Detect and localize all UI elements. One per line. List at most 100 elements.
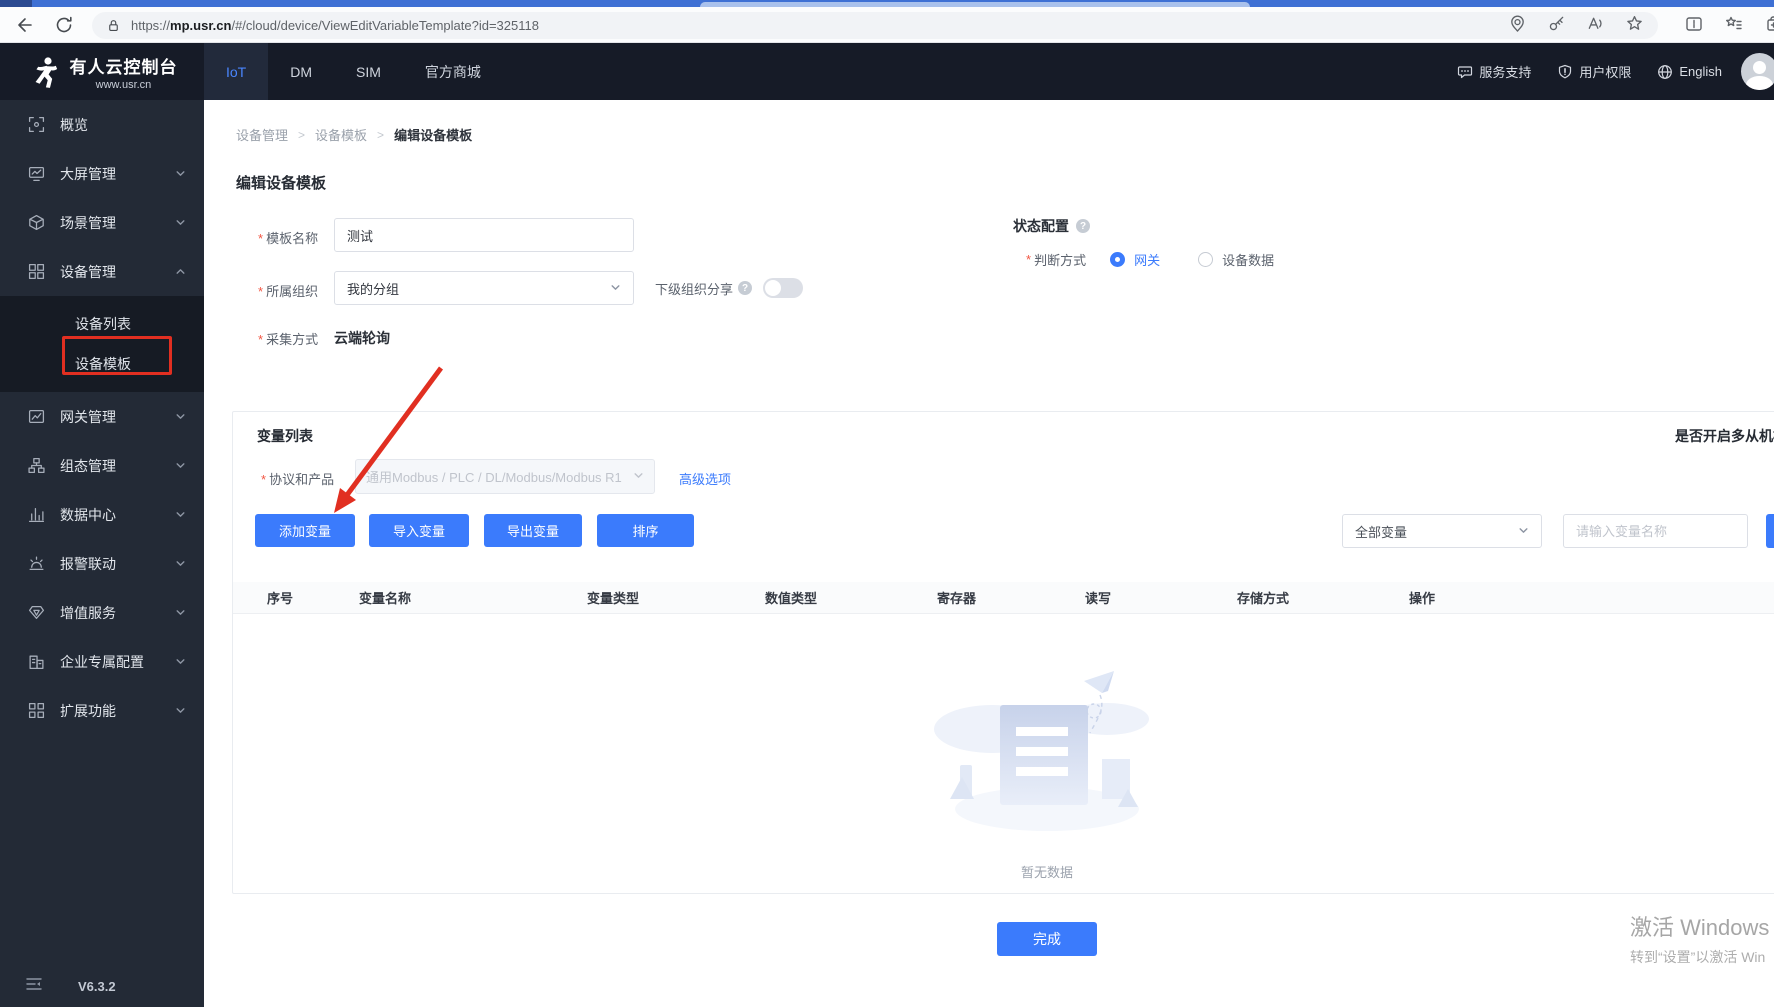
sidebar: 概览 大屏管理 场景管理 设备管理 设备列表 设备模板 网关管理 组态管理 数据… xyxy=(0,100,204,1007)
building-icon xyxy=(28,653,45,670)
radio-device-data[interactable] xyxy=(1198,252,1214,267)
radio-gateway[interactable] xyxy=(1110,252,1126,267)
template-name-label: * 模板名称 xyxy=(258,231,319,246)
protocol-select-disabled: 通用Modbus / PLC / DL/Modbus/Modbus R1 xyxy=(355,459,655,494)
multi-slave-label: 是否开启多从机模式 xyxy=(1675,428,1774,444)
favorites-bar-icon[interactable] xyxy=(1724,14,1744,39)
sidebar-item-gateway[interactable]: 网关管理 xyxy=(0,392,204,441)
empty-text: 暂无数据 xyxy=(1020,865,1073,880)
sidebar-item-scada[interactable]: 组态管理 xyxy=(0,441,204,490)
address-bar[interactable]: https://mp.usr.cn/#/cloud/device/ViewEdi… xyxy=(92,12,1658,39)
sidebar-item-bigscreen[interactable]: 大屏管理 xyxy=(0,149,204,198)
back-icon[interactable] xyxy=(14,14,36,36)
import-variable-button[interactable]: 导入变量 xyxy=(369,514,469,547)
export-variable-button[interactable]: 导出变量 xyxy=(484,514,582,547)
sidebar-subitem-device-template[interactable]: 设备模板 xyxy=(0,344,204,384)
sidebar-subitem-device-list[interactable]: 设备列表 xyxy=(0,304,204,344)
app-header: 有人云控制台 www.usr.cn IoT DM SIM 官方商城 服务支持 用… xyxy=(0,43,1774,100)
alarm-icon xyxy=(28,555,45,572)
split-screen-icon[interactable] xyxy=(1684,14,1704,39)
geolocation-icon[interactable] xyxy=(1508,14,1527,38)
variable-filter-select[interactable]: 全部变量 xyxy=(1342,514,1542,548)
usr-person-icon xyxy=(35,56,57,88)
breadcrumb-separator: > xyxy=(377,127,385,142)
sidebar-item-scene[interactable]: 场景管理 xyxy=(0,198,204,247)
col-read-write: 读写 xyxy=(1085,591,1112,606)
nav-tab-iot[interactable]: IoT xyxy=(204,43,269,100)
main-content: 设备管理 > 设备模板 > 编辑设备模板 编辑设备模板 *模板名称 *所属组织 … xyxy=(204,100,1774,1007)
search-button-clipped[interactable] xyxy=(1766,514,1774,548)
radio-gateway-label[interactable]: 网关 xyxy=(1134,250,1160,269)
collapse-sidebar-icon[interactable] xyxy=(26,977,42,996)
sidebar-item-datacenter[interactable]: 数据中心 xyxy=(0,490,204,539)
password-key-icon[interactable] xyxy=(1547,14,1566,38)
chevron-down-icon xyxy=(610,281,621,296)
breadcrumb-current: 编辑设备模板 xyxy=(394,128,473,143)
sidebar-item-device[interactable]: 设备管理 xyxy=(0,247,204,296)
col-register: 寄存器 xyxy=(937,591,977,606)
language-switch[interactable]: English xyxy=(1657,64,1722,80)
chevron-up-icon xyxy=(175,266,186,277)
url-text[interactable]: https://mp.usr.cn/#/cloud/device/ViewEdi… xyxy=(131,18,539,33)
collections-icon[interactable] xyxy=(1764,14,1774,39)
chevron-down-icon xyxy=(175,168,186,179)
chat-icon xyxy=(1458,65,1473,78)
brand-logo[interactable]: 有人云控制台 www.usr.cn xyxy=(0,43,204,100)
help-icon[interactable]: ? xyxy=(738,281,753,295)
gem-icon xyxy=(28,604,45,621)
variable-search-input[interactable] xyxy=(1563,514,1748,548)
device-grid-icon xyxy=(28,263,45,280)
breadcrumb-separator: > xyxy=(298,127,306,142)
sort-button[interactable]: 排序 xyxy=(597,514,694,547)
collect-value: 云端轮询 xyxy=(334,330,390,346)
col-value-type: 数值类型 xyxy=(765,591,818,606)
radio-device-data-label[interactable]: 设备数据 xyxy=(1222,250,1274,269)
browser-toolbar: https://mp.usr.cn/#/cloud/device/ViewEdi… xyxy=(0,7,1774,43)
add-variable-button[interactable]: 添加变量 xyxy=(255,514,355,547)
help-icon[interactable]: ? xyxy=(1076,219,1090,233)
nav-tab-mall[interactable]: 官方商城 xyxy=(403,43,503,100)
read-aloud-icon[interactable] xyxy=(1586,14,1605,38)
extension-grid-icon xyxy=(28,702,45,719)
chevron-down-icon xyxy=(175,411,186,422)
bar-chart-icon xyxy=(28,506,45,523)
breadcrumb-device-mgmt[interactable]: 设备管理 xyxy=(236,125,288,144)
screen-icon xyxy=(28,165,45,182)
col-variable-name: 变量名称 xyxy=(359,591,412,606)
chevron-down-icon xyxy=(175,217,186,228)
sidebar-item-extension[interactable]: 扩展功能 xyxy=(0,686,204,735)
service-support-link[interactable]: 服务支持 xyxy=(1457,62,1531,81)
chevron-down-icon xyxy=(175,705,186,716)
sidebar-item-enterprise[interactable]: 企业专属配置 xyxy=(0,637,204,686)
col-index: 序号 xyxy=(267,591,294,606)
share-toggle[interactable] xyxy=(763,278,804,298)
chevron-down-icon xyxy=(1518,524,1529,539)
breadcrumb-device-template[interactable]: 设备模板 xyxy=(315,125,367,144)
user-permission-link[interactable]: 用户权限 xyxy=(1557,62,1631,81)
gateway-icon xyxy=(28,408,45,425)
lock-icon[interactable] xyxy=(106,18,121,33)
chevron-down-icon xyxy=(633,469,644,484)
org-select[interactable]: 我的分组 xyxy=(334,271,634,305)
empty-state: 暂无数据 xyxy=(233,667,1774,881)
refresh-icon[interactable] xyxy=(53,14,75,36)
sitemap-icon xyxy=(28,457,45,474)
brand-title: 有人云控制台 xyxy=(69,57,178,77)
app-version: V6.3.2 xyxy=(78,978,116,994)
sidebar-item-alarm[interactable]: 报警联动 xyxy=(0,539,204,588)
favorite-star-icon[interactable] xyxy=(1625,14,1644,38)
sidebar-item-overview[interactable]: 概览 xyxy=(0,100,204,149)
sidebar-item-vas[interactable]: 增值服务 xyxy=(0,588,204,637)
table-header-row: 序号 变量名称 变量类型 数值类型 寄存器 读写 存储方式 操作 xyxy=(233,582,1774,614)
advanced-options-link[interactable]: 高级选项 xyxy=(679,469,731,488)
variable-list-panel: 变量列表 是否开启多从机模式 *协议和产品 通用Modbus / PLC / D… xyxy=(232,411,1774,894)
finish-button[interactable]: 完成 xyxy=(997,922,1097,956)
avatar[interactable] xyxy=(1741,53,1774,90)
template-name-input[interactable] xyxy=(334,218,634,252)
share-label: 下级组织分享 xyxy=(655,281,734,297)
top-nav: IoT DM SIM 官方商城 xyxy=(204,43,503,100)
nav-tab-dm[interactable]: DM xyxy=(268,43,334,100)
browser-tab-strip xyxy=(0,0,1774,7)
chevron-down-icon xyxy=(175,558,186,569)
nav-tab-sim[interactable]: SIM xyxy=(334,43,403,100)
